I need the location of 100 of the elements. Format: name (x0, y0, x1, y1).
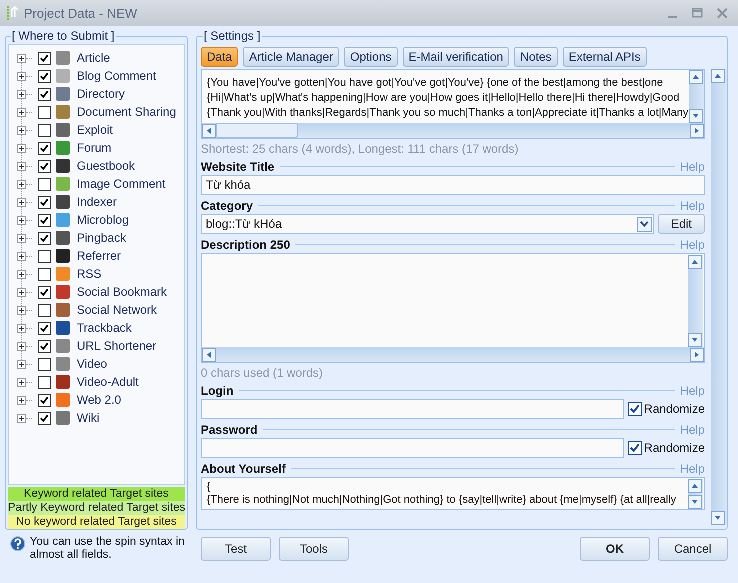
expand-icon[interactable] (17, 396, 26, 404)
input-field[interactable] (201, 399, 624, 419)
expand-icon[interactable] (17, 90, 26, 98)
tree-item[interactable]: Blog Comment (77, 69, 156, 83)
expand-icon[interactable] (17, 108, 26, 116)
category-icon (56, 339, 70, 353)
checkbox[interactable] (628, 402, 642, 416)
checkbox[interactable] (38, 106, 51, 118)
text-area[interactable]: { {There is nothing|Not much|Nothing|Got nothing} to {say|tell|write} about {me|myself} {at all|really (201, 477, 705, 510)
text-area[interactable] (201, 69, 705, 139)
tree-item[interactable]: Forum (77, 141, 112, 155)
scrollbar-thumb[interactable] (216, 123, 298, 138)
tree-item[interactable]: Video-Adult (77, 375, 139, 389)
category-icon (56, 213, 70, 227)
tab[interactable]: Article Manager (243, 47, 340, 67)
expand-icon[interactable] (17, 72, 26, 80)
checkbox[interactable] (38, 340, 51, 352)
tree-item[interactable]: Social Bookmark (77, 285, 168, 299)
category-icon (56, 267, 70, 281)
field-label: Website Title (201, 160, 275, 174)
expand-icon[interactable] (17, 288, 26, 296)
checkbox[interactable] (38, 142, 51, 154)
checkbox[interactable] (38, 70, 51, 82)
expand-icon[interactable] (17, 162, 26, 170)
checkbox[interactable] (38, 412, 51, 424)
category-icon (56, 69, 70, 83)
checkbox[interactable] (38, 52, 51, 64)
category-icon (56, 123, 70, 137)
tab[interactable]: External APIs (562, 47, 647, 67)
checkbox[interactable] (38, 358, 51, 370)
expand-icon[interactable] (17, 234, 26, 242)
expand-icon[interactable] (17, 198, 26, 206)
expand-icon[interactable] (17, 144, 26, 152)
expand-icon[interactable] (17, 180, 26, 188)
checkbox[interactable] (38, 376, 51, 388)
checkbox[interactable] (38, 304, 51, 316)
expand-icon[interactable] (17, 126, 26, 134)
scrollbar[interactable] (711, 69, 727, 525)
checkbox[interactable] (38, 232, 51, 244)
expand-icon[interactable] (17, 414, 26, 422)
tree-item[interactable]: Web 2.0 (77, 393, 122, 407)
tree-item[interactable]: Social Network (77, 303, 158, 317)
tree-item[interactable]: Wiki (77, 411, 100, 425)
expand-icon[interactable] (17, 378, 26, 386)
dialog-button[interactable]: Tools (279, 537, 349, 561)
checkbox[interactable] (38, 250, 51, 262)
tree-item[interactable]: URL Shortener (77, 339, 157, 353)
tree-item[interactable]: Trackback (77, 321, 132, 335)
tree-item[interactable]: Image Comment (77, 177, 166, 191)
expand-icon[interactable] (17, 252, 26, 260)
tree-item[interactable]: Directory (77, 87, 126, 101)
tree-item[interactable]: Pingback (77, 231, 126, 245)
tab[interactable]: Data (201, 47, 238, 67)
checkbox[interactable] (38, 88, 51, 100)
help-icon (10, 536, 26, 552)
checkbox[interactable] (38, 268, 51, 280)
length-stats: Shortest: 25 chars (4 words), Longest: 111 chars (17 words) (201, 142, 520, 156)
scrollbar[interactable] (689, 70, 704, 123)
expand-icon[interactable] (17, 54, 26, 62)
expand-icon[interactable] (17, 342, 26, 350)
checkbox[interactable] (38, 322, 51, 334)
checkbox[interactable] (38, 160, 51, 172)
tree-item[interactable]: Article (77, 51, 110, 65)
tree-item[interactable]: Referrer (77, 249, 122, 263)
category-icon (56, 285, 70, 299)
scrollbar[interactable] (688, 255, 703, 347)
tree-item[interactable]: Guestbook (77, 159, 136, 173)
input-field[interactable]: Từ khóa (201, 175, 705, 195)
edit-button[interactable]: Edit (658, 214, 705, 234)
expand-icon[interactable] (17, 270, 26, 278)
expand-icon[interactable] (17, 306, 26, 314)
expand-icon[interactable] (17, 324, 26, 332)
checkbox[interactable] (38, 178, 51, 190)
checkbox[interactable] (38, 124, 51, 136)
tab[interactable]: Options (344, 47, 398, 67)
checkbox[interactable] (38, 196, 51, 208)
tree-item[interactable]: Indexer (77, 195, 118, 209)
checkbox[interactable] (38, 394, 51, 406)
tree-item[interactable]: RSS (77, 267, 102, 281)
checkbox[interactable] (38, 214, 51, 226)
tab[interactable]: E-Mail verification (402, 47, 510, 67)
dialog-button[interactable]: OK (580, 537, 650, 561)
checkbox-label: Randomize (644, 402, 705, 416)
tree-item[interactable]: Microblog (77, 213, 130, 227)
checkbox[interactable] (38, 286, 51, 298)
tree-item[interactable]: Exploit (77, 123, 114, 137)
scrollbar[interactable] (688, 479, 703, 509)
tree-item[interactable]: Video (77, 357, 108, 371)
tree-item[interactable]: Document Sharing (77, 105, 176, 119)
dialog-button[interactable]: Cancel (658, 537, 728, 561)
expand-icon[interactable] (17, 216, 26, 224)
expand-icon[interactable] (17, 360, 26, 368)
tab[interactable]: Notes (514, 47, 558, 67)
horizontal-scrollbar[interactable] (202, 347, 704, 362)
dialog-button[interactable]: Test (201, 537, 271, 561)
input-field[interactable] (201, 438, 624, 458)
legend-bar: No keyword related Target sites (8, 515, 185, 529)
horizontal-scrollbar[interactable] (202, 123, 704, 138)
checkbox[interactable] (628, 441, 642, 455)
dropdown[interactable]: blog::Từ kHóa (201, 214, 654, 234)
